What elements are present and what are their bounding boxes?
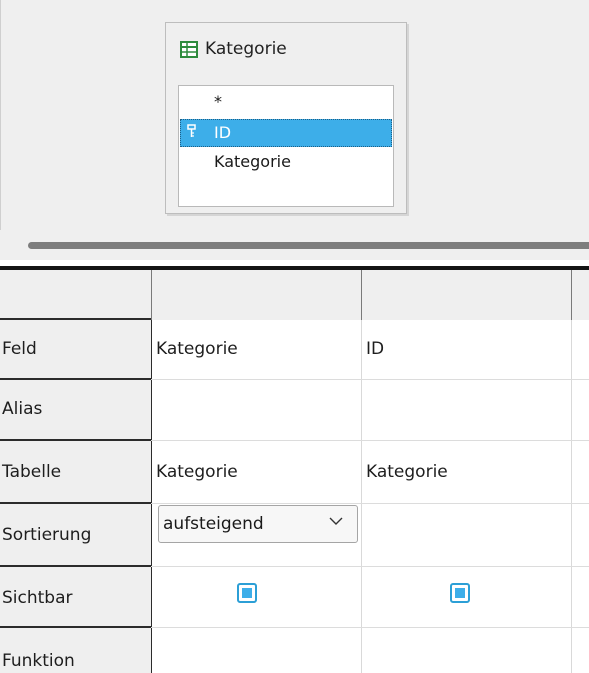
cell-feld-col2[interactable]: ID xyxy=(366,334,384,364)
row-label-feld: Feld xyxy=(2,339,37,359)
cell-feld-col1[interactable]: Kategorie xyxy=(156,334,238,364)
cell-tabelle-col2[interactable]: Kategorie xyxy=(366,457,448,487)
grid-vline xyxy=(571,320,572,673)
query-design-view: Kategorie * ID Kategorie Feld Alias Tabe… xyxy=(0,0,589,673)
row-separator xyxy=(0,565,151,567)
cell-funktion-col1[interactable] xyxy=(156,646,356,673)
visible-checkbox-col2[interactable] xyxy=(450,583,470,603)
query-grid: Feld Alias Tabelle Sortierung Sichtbar F… xyxy=(0,270,589,673)
pane-splitter[interactable] xyxy=(0,230,589,260)
row-label-alias: Alias xyxy=(2,399,43,419)
cell-alias-col1[interactable] xyxy=(156,394,356,424)
checkbox-checked-indicator xyxy=(242,588,252,598)
row-label-tabelle: Tabelle xyxy=(2,462,62,482)
column-header-2[interactable] xyxy=(362,270,572,320)
cell-alias-col2[interactable] xyxy=(366,394,566,424)
field-item-kategorie[interactable]: Kategorie xyxy=(180,148,392,176)
row-label-sortierung: Sortierung xyxy=(2,525,92,545)
row-separator xyxy=(0,439,151,441)
field-item-label: ID xyxy=(214,123,232,142)
row-separator xyxy=(0,318,151,320)
field-item-all[interactable]: * xyxy=(180,88,392,116)
cell-tabelle-col1[interactable]: Kategorie xyxy=(156,457,238,487)
row-separator xyxy=(0,626,151,628)
table-window-header[interactable]: Kategorie xyxy=(180,37,287,61)
row-separator xyxy=(0,378,151,380)
row-label-sichtbar: Sichtbar xyxy=(2,588,73,608)
checkbox-checked-indicator xyxy=(455,588,465,598)
chevron-down-icon[interactable] xyxy=(329,506,343,542)
splitter-grip[interactable] xyxy=(28,242,589,249)
grid-vline xyxy=(361,320,362,673)
field-item-label: Kategorie xyxy=(214,152,291,171)
grid-vline xyxy=(151,320,152,673)
table-window-title: Kategorie xyxy=(205,39,287,59)
primary-key-icon xyxy=(187,119,196,147)
row-separator xyxy=(0,502,151,504)
row-label-funktion: Funktion xyxy=(2,651,75,671)
table-icon xyxy=(180,40,198,58)
sort-order-select[interactable]: aufsteigend xyxy=(158,505,358,543)
table-window-kategorie[interactable]: Kategorie * ID Kategorie xyxy=(165,22,407,214)
column-header-3[interactable] xyxy=(572,270,589,320)
column-header-1[interactable] xyxy=(152,270,362,320)
column-header-row xyxy=(0,270,589,320)
corner-header xyxy=(0,270,152,320)
field-list[interactable]: * ID Kategorie xyxy=(178,85,394,207)
sort-order-value: aufsteigend xyxy=(163,514,264,534)
cell-funktion-col2[interactable] xyxy=(366,646,566,673)
cell-sortierung-col2[interactable] xyxy=(366,520,566,550)
table-design-pane[interactable]: Kategorie * ID Kategorie xyxy=(0,0,589,230)
field-item-label: * xyxy=(214,92,222,111)
visible-checkbox-col1[interactable] xyxy=(237,583,257,603)
field-item-id[interactable]: ID xyxy=(180,119,392,147)
